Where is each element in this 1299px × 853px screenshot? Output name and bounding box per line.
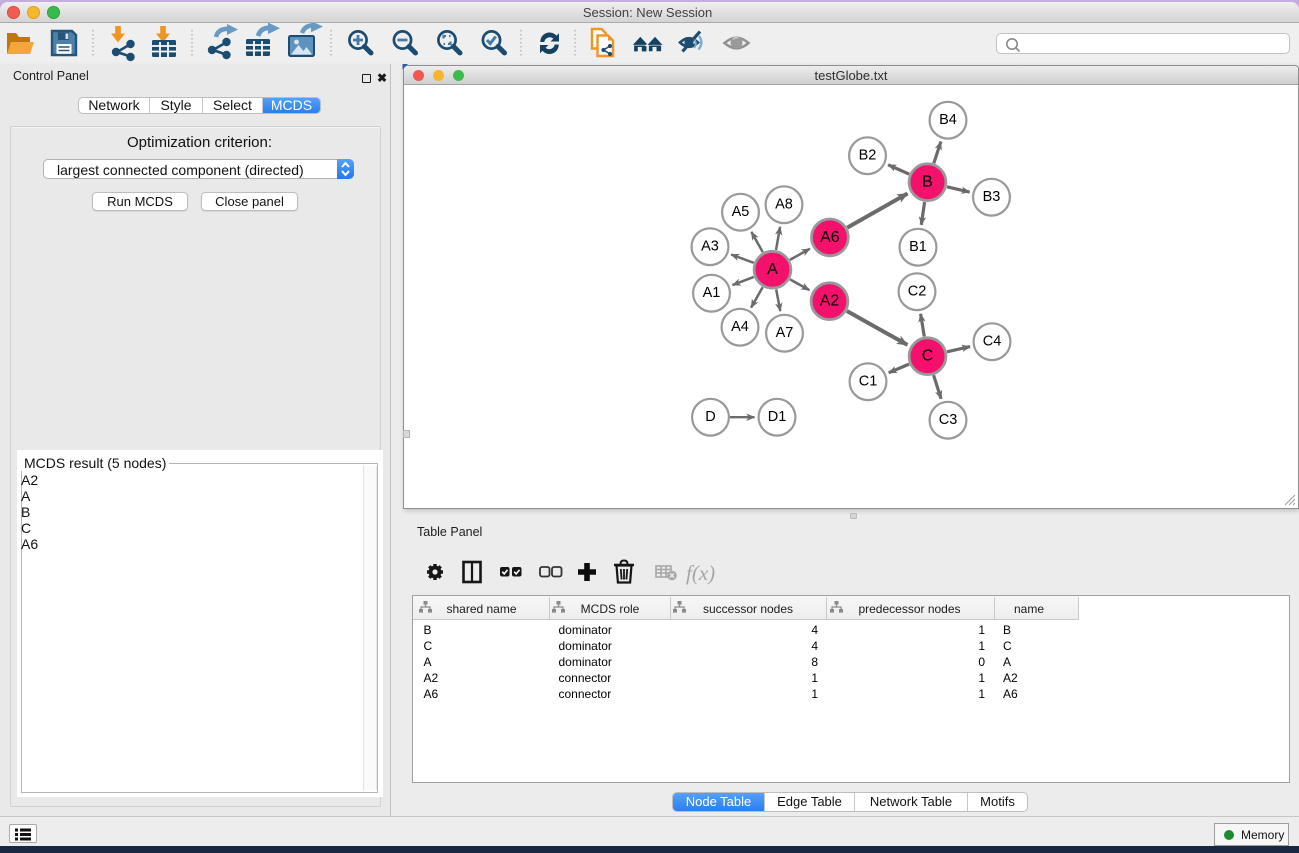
svg-text:C: C <box>922 348 934 365</box>
svg-text:D1: D1 <box>768 409 787 425</box>
svg-text:f(x): f(x) <box>686 561 715 585</box>
svg-text:C4: C4 <box>983 334 1002 350</box>
svg-text:B1: B1 <box>909 239 927 255</box>
svg-text:A1: A1 <box>703 285 721 301</box>
svg-text:A7: A7 <box>776 325 794 341</box>
svg-text:A4: A4 <box>731 319 749 335</box>
svg-text:C2: C2 <box>908 284 927 300</box>
svg-text:A3: A3 <box>701 239 719 255</box>
svg-text:A8: A8 <box>775 197 793 213</box>
svg-text:A2: A2 <box>820 293 840 310</box>
svg-text:B3: B3 <box>983 189 1001 205</box>
svg-text:B4: B4 <box>939 112 957 128</box>
svg-text:A5: A5 <box>732 204 750 220</box>
svg-text:B2: B2 <box>859 148 877 164</box>
svg-text:D: D <box>705 409 715 425</box>
svg-text:B: B <box>922 174 933 191</box>
svg-text:A: A <box>767 261 778 278</box>
svg-text:C1: C1 <box>859 374 878 390</box>
svg-text:C3: C3 <box>939 412 958 428</box>
svg-text:A6: A6 <box>820 229 840 246</box>
